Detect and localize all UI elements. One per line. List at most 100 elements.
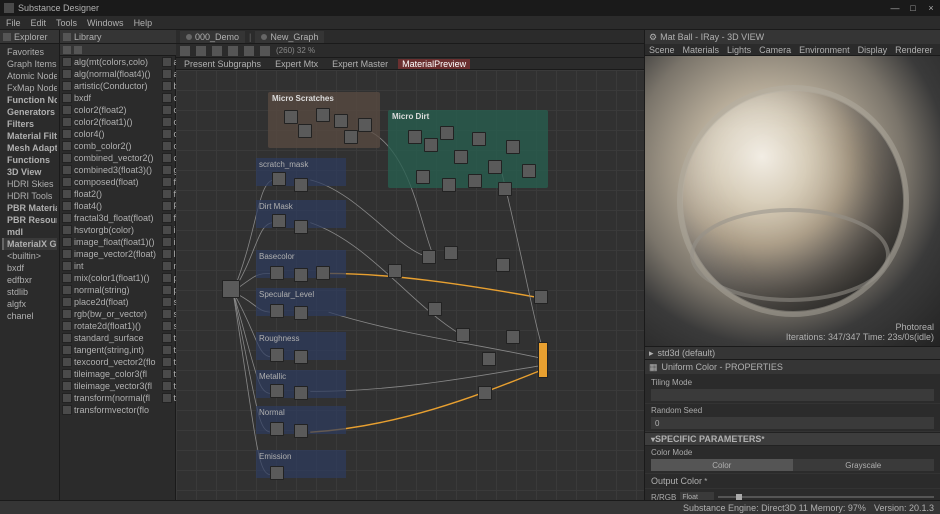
graph-node[interactable] [498, 182, 512, 196]
bc-item-active[interactable]: MaterialPreview [398, 59, 470, 69]
library-item[interactable]: image_vector2(float) [60, 248, 160, 260]
library-item[interactable]: float4() [60, 200, 160, 212]
library-item[interactable]: int [60, 260, 160, 272]
library-item[interactable]: color2(float2) [60, 104, 160, 116]
library-item[interactable]: artistic(Conductor) [60, 80, 160, 92]
explorer-item[interactable]: MaterialX Gra… [2, 238, 57, 250]
graph-node[interactable] [270, 422, 284, 436]
explorer-item[interactable]: HDRI Skies [2, 178, 57, 190]
explorer-item[interactable]: PBR Materials [2, 202, 57, 214]
graph-node[interactable] [270, 466, 284, 480]
graph-node[interactable] [456, 328, 470, 342]
bc-item[interactable]: Expert Master [328, 59, 392, 69]
section-specific[interactable]: ▾ SPECIFIC PARAMETERS * [645, 432, 940, 446]
library-item[interactable]: composed(float) [60, 176, 160, 188]
explorer-item[interactable]: PBR Resources [2, 214, 57, 226]
graph-canvas[interactable]: Micro Scratches Micro Dirt scratch_maskD… [176, 70, 644, 514]
library-item[interactable]: color2(float1)() [60, 116, 160, 128]
graph-node[interactable] [270, 266, 284, 280]
library-item[interactable]: fractal3d_float(float) [60, 212, 160, 224]
explorer-item[interactable]: HDRI Tools [2, 190, 57, 202]
graph-node[interactable] [488, 160, 502, 174]
toggle-colormode[interactable]: Color Grayscale [651, 459, 934, 471]
input-seed[interactable]: 0 [651, 417, 934, 429]
library-item[interactable]: standard_surface [60, 332, 160, 344]
graph-node[interactable] [472, 132, 486, 146]
menu-help[interactable]: Help [134, 18, 153, 28]
graph-node[interactable] [272, 172, 286, 186]
explorer-item[interactable]: Material Filters [2, 130, 57, 142]
library-item[interactable]: color4() [60, 128, 160, 140]
viewport-3d[interactable]: Photoreal Iterations: 347/347 Time: 23s/… [645, 56, 940, 346]
library-item[interactable]: tangent(string,int) [60, 344, 160, 356]
explorer-item[interactable]: FxMap Nodes [2, 82, 57, 94]
library-item[interactable]: rgb(bw_or_vector) [60, 308, 160, 320]
graph-node[interactable] [294, 350, 308, 364]
vp-materials[interactable]: Materials [683, 45, 720, 55]
explorer-item[interactable]: mdl [2, 226, 57, 238]
tool-icon[interactable] [260, 46, 270, 56]
graph-node[interactable] [428, 302, 442, 316]
graph-node[interactable] [294, 306, 308, 320]
vp-scene[interactable]: Scene [649, 45, 675, 55]
library-item[interactable]: alg(normal(float4)() [60, 68, 160, 80]
filter-icon[interactable] [74, 46, 82, 54]
library-item[interactable]: image_float(float1)() [60, 236, 160, 248]
explorer-item[interactable]: <builtin> [2, 250, 57, 262]
library-item[interactable]: alg(mt(colors,colo) [60, 56, 160, 68]
graph-node[interactable] [468, 174, 482, 188]
graph-node[interactable] [482, 352, 496, 366]
explorer-item[interactable]: stdlib [2, 286, 57, 298]
menu-windows[interactable]: Windows [87, 18, 124, 28]
graph-node[interactable] [442, 178, 456, 192]
library-item[interactable]: tileimage_color3(fl [60, 368, 160, 380]
explorer-item[interactable]: Functions [2, 154, 57, 166]
tool-icon[interactable] [212, 46, 222, 56]
explorer-item[interactable]: Graph Items [2, 58, 57, 70]
explorer-tree[interactable]: FavoritesGraph ItemsAtomic NodesFxMap No… [0, 44, 59, 514]
toggle-color[interactable]: Color [651, 459, 793, 471]
tab-demo[interactable]: 000_Demo [180, 31, 245, 43]
graph-node[interactable] [334, 114, 348, 128]
library-item[interactable]: mix(color1(float1)() [60, 272, 160, 284]
graph-node[interactable] [522, 164, 536, 178]
graph-node[interactable] [316, 108, 330, 122]
library-item[interactable]: bxdf [60, 92, 160, 104]
explorer-item[interactable]: edfbxr [2, 274, 57, 286]
graph-node[interactable] [424, 138, 438, 152]
graph-node[interactable] [440, 126, 454, 140]
graph-node[interactable] [444, 246, 458, 260]
explorer-item[interactable]: bxdf [2, 262, 57, 274]
input-tiling[interactable] [651, 389, 934, 401]
graph-node[interactable] [222, 280, 240, 298]
library-item[interactable]: normal(string) [60, 284, 160, 296]
graph-node[interactable] [294, 268, 308, 282]
maximize-button[interactable]: □ [908, 3, 918, 13]
library-item[interactable]: place2d(float) [60, 296, 160, 308]
tool-icon[interactable] [228, 46, 238, 56]
tool-icon[interactable] [180, 46, 190, 56]
graph-node[interactable] [294, 220, 308, 234]
graph-node[interactable] [316, 266, 330, 280]
explorer-item[interactable]: Generators [2, 106, 57, 118]
graph-node[interactable] [294, 386, 308, 400]
library-item[interactable]: combined3(float3)() [60, 164, 160, 176]
vp-env[interactable]: Environment [799, 45, 850, 55]
vp-camera[interactable]: Camera [759, 45, 791, 55]
bc-item[interactable]: Expert Mtx [271, 59, 322, 69]
vp-lights[interactable]: Lights [727, 45, 751, 55]
graph-node[interactable] [408, 130, 422, 144]
library-item[interactable]: transform(normal(fl [60, 392, 160, 404]
menu-file[interactable]: File [6, 18, 21, 28]
minimize-button[interactable]: — [890, 3, 900, 13]
graph-node[interactable] [506, 330, 520, 344]
graph-node[interactable] [388, 264, 402, 278]
tool-icon[interactable] [196, 46, 206, 56]
graph-node[interactable] [454, 150, 468, 164]
explorer-item[interactable]: Function Nodes [2, 94, 57, 106]
bc-item[interactable]: Present Subgraphs [180, 59, 265, 69]
vp-display[interactable]: Display [858, 45, 888, 55]
library-item[interactable]: float2() [60, 188, 160, 200]
explorer-item[interactable]: Filters [2, 118, 57, 130]
menu-tools[interactable]: Tools [56, 18, 77, 28]
